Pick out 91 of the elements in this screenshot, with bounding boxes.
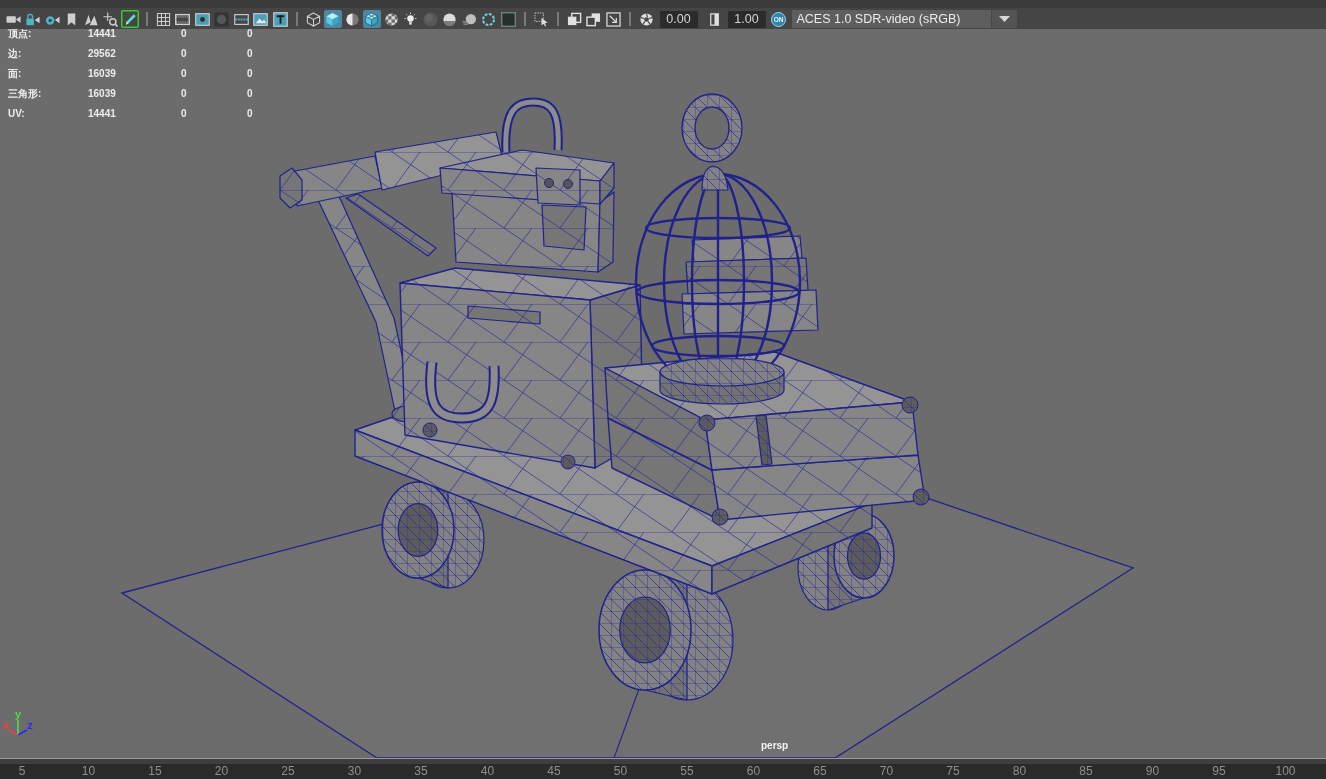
frame-number: 85 <box>1079 764 1093 778</box>
half-shaded-sphere-button[interactable] <box>343 10 361 28</box>
stat-value: 0 <box>247 29 253 39</box>
stat-value: 0 <box>181 69 187 79</box>
frame-number: 15 <box>148 764 162 778</box>
frame-number: 25 <box>281 764 295 778</box>
light-bulb-button[interactable] <box>401 10 420 28</box>
light-bulb-icon <box>403 11 418 27</box>
frame-number: 45 <box>547 764 561 778</box>
checker-sphere-button[interactable] <box>382 10 400 28</box>
stat-value: 0 <box>247 69 253 79</box>
stat-value: 16039 <box>88 69 116 79</box>
stat-label: 面: <box>8 69 22 79</box>
carry-handle <box>501 97 563 153</box>
selection-cursor-button[interactable] <box>532 10 550 28</box>
gate-mask-icon <box>214 11 229 27</box>
stat-value: 0 <box>181 89 187 99</box>
lit-sphere-icon <box>442 11 457 27</box>
field-chart-icon <box>233 11 249 27</box>
pan-zoom-button[interactable] <box>101 10 120 28</box>
time-ruler[interactable]: 5 10 15 20 25 30 35 40 45 50 55 60 65 70 75 80 85 90 95 100 <box>0 758 1326 779</box>
lit-sphere-button[interactable] <box>440 10 459 28</box>
grid-button[interactable] <box>154 10 172 28</box>
resolution-gate-icon <box>194 11 210 27</box>
caret-icon <box>998 16 1010 22</box>
shaded-cube-button[interactable] <box>323 10 342 28</box>
title-frame-button[interactable] <box>271 10 289 28</box>
stat-value: 0 <box>247 49 253 59</box>
dark-square-button[interactable] <box>499 10 517 28</box>
exposure-field[interactable]: 0.00 <box>659 10 698 28</box>
frame-number: 95 <box>1212 764 1226 778</box>
stacked-squares-button[interactable] <box>584 10 603 28</box>
framed-arrow-button[interactable] <box>604 10 622 28</box>
frame-number: 20 <box>214 764 229 778</box>
stat-label: 顶点: <box>8 29 32 39</box>
frame-number: 35 <box>414 764 428 778</box>
wireframe-shaded-cube-button[interactable] <box>362 10 381 28</box>
frame-number: 55 <box>680 764 694 778</box>
wireframe-shaded-cube-icon <box>364 11 379 27</box>
camera-name-label: persp <box>761 740 789 752</box>
title-frame-icon <box>272 11 288 27</box>
frame-number: 60 <box>746 764 761 778</box>
film-strip-icon <box>175 11 190 27</box>
overlapping-squares-button[interactable] <box>565 10 583 28</box>
frame-number: 75 <box>946 764 960 778</box>
half-shaded-sphere-icon <box>344 11 360 27</box>
wireframe-cube-icon <box>305 11 321 27</box>
dashed-ring-icon <box>481 11 496 27</box>
selection-cursor-icon <box>533 11 549 27</box>
stat-value: 0 <box>181 109 187 119</box>
frame-number: 50 <box>613 764 628 778</box>
checker-sphere-icon <box>383 11 399 27</box>
shaded-cube-icon <box>325 11 340 27</box>
stat-value: 29562 <box>88 49 116 59</box>
frame-number: 5 <box>18 764 26 778</box>
dashed-ring-button[interactable] <box>479 10 498 28</box>
aperture-icon <box>638 11 654 27</box>
pencil-button[interactable] <box>121 10 139 28</box>
grid-icon <box>155 11 171 27</box>
picture-frame-button[interactable] <box>251 10 270 28</box>
picture-frame-icon <box>253 11 268 27</box>
stat-value: 14441 <box>88 29 116 39</box>
frame-number: 80 <box>1012 764 1027 778</box>
stat-value: 16039 <box>88 89 116 99</box>
stat-label: 三角形: <box>8 89 42 99</box>
frame-number: 90 <box>1145 764 1160 778</box>
stat-label: UV: <box>8 109 25 119</box>
dark-square-icon <box>500 11 516 27</box>
wireframe-cube-button[interactable] <box>304 10 322 28</box>
pan-zoom-icon <box>103 11 118 27</box>
faded-sphere-icon <box>422 11 438 27</box>
stat-value: 0 <box>247 89 253 99</box>
view-transform-dropdown[interactable]: ACES 1.0 SDR-video (sRGB) <box>791 10 1017 28</box>
stat-value: 0 <box>181 49 187 59</box>
overlapping-squares-icon <box>566 11 582 27</box>
frame-number: 65 <box>813 764 827 778</box>
stacked-squares-icon <box>586 11 601 27</box>
padlock-camera-icon <box>25 11 40 27</box>
stat-value: 14441 <box>88 109 116 119</box>
exposure-button[interactable] <box>637 10 655 28</box>
resolution-gate-button[interactable] <box>193 10 211 28</box>
stat-value: 0 <box>181 29 187 39</box>
frame-number: 70 <box>879 764 894 778</box>
frame-number: 30 <box>347 764 362 778</box>
stat-value: 0 <box>247 109 253 119</box>
streaked-sphere-icon <box>461 11 477 27</box>
stat-label: 边: <box>8 49 22 59</box>
frame-number: 100 <box>1275 764 1296 778</box>
frame-number: 10 <box>81 764 96 778</box>
gamma-field[interactable]: 1.00 <box>727 10 766 28</box>
frame-number: 40 <box>480 764 495 778</box>
